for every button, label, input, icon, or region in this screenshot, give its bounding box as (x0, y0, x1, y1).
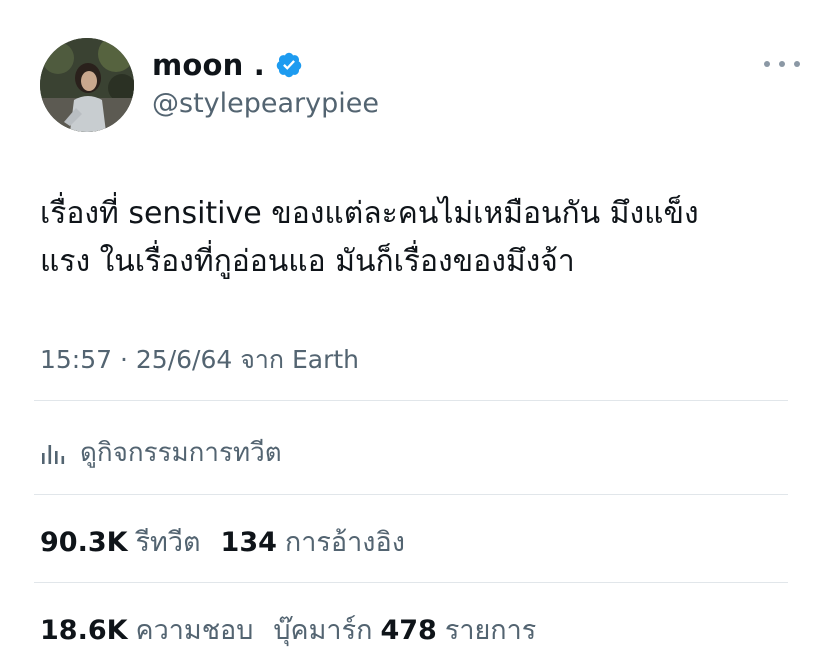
tweet-text-line: เรื่องที่ sensitive ของแต่ละคนไม่เหมือนก… (40, 196, 699, 231)
quotes-label[interactable]: การอ้างอิง (285, 520, 405, 563)
more-dot (779, 61, 785, 67)
user-handle[interactable]: @stylepearypiee (152, 88, 379, 119)
avatar[interactable] (40, 38, 134, 132)
bar-chart-icon (42, 444, 65, 464)
tweet-timestamp[interactable]: 15:57 · 25/6/64 จาก Earth (40, 340, 359, 380)
divider (34, 400, 788, 401)
retweets-count[interactable]: 90.3K (40, 527, 128, 558)
divider (34, 494, 788, 495)
tweet-text: เรื่องที่ sensitive ของแต่ละคนไม่เหมือนก… (40, 190, 800, 286)
more-dot (794, 61, 800, 67)
view-tweet-activity-link[interactable]: ดูกิจกรรมการทวีต (40, 432, 282, 473)
bookmarks-label[interactable]: บุ๊คมาร์ก (273, 608, 372, 651)
bookmarks-count[interactable]: 478 (380, 615, 436, 646)
verified-badge-icon (275, 51, 303, 79)
likes-label[interactable]: ความชอบ (136, 608, 254, 651)
display-name[interactable]: moon . (152, 48, 265, 82)
tweet-header: moon . @stylepearypiee (40, 38, 800, 138)
avatar-photo (40, 38, 134, 132)
more-options-icon[interactable] (764, 54, 800, 74)
quotes-count[interactable]: 134 (221, 527, 277, 558)
likes-count[interactable]: 18.6K (40, 615, 128, 646)
tweet-text-line: แรง ในเรื่องที่กูอ่อนแอ มันก็เรื่องของมึ… (40, 244, 575, 279)
view-activity-label: ดูกิจกรรมการทวีต (80, 438, 282, 468)
retweets-label[interactable]: รีทวีต (136, 520, 201, 563)
name-row: moon . (152, 48, 303, 82)
more-dot (764, 61, 770, 67)
divider (34, 582, 788, 583)
engagement-stats-row: 90.3K รีทวีต 134 การอ้างอิง (40, 520, 425, 563)
engagement-stats-row: 18.6K ความชอบ บุ๊คมาร์ก 478 รายการ (40, 608, 556, 651)
bookmarks-suffix: รายการ (444, 615, 537, 646)
